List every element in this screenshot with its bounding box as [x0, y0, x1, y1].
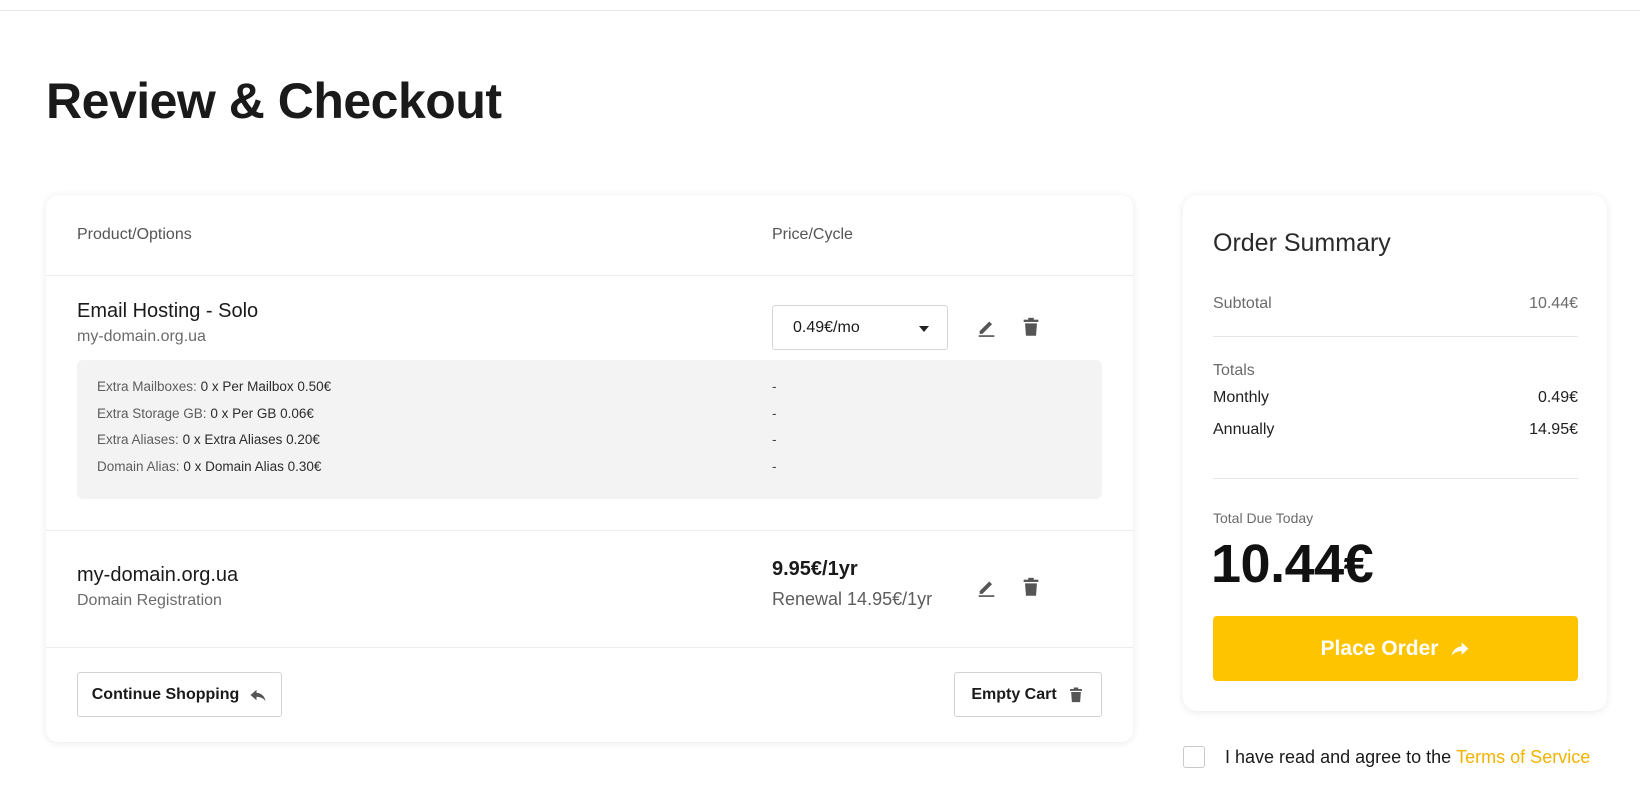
page-title: Review & Checkout [46, 73, 502, 129]
monthly-label: Monthly [1213, 389, 1270, 406]
cart-item-domain: my-domain.org.ua Domain Registration 9.9… [46, 531, 1133, 648]
domain-price: 9.95€/1yr [772, 558, 858, 580]
subtotal-value: 10.44€ [1529, 295, 1578, 312]
continue-shopping-button[interactable]: Continue Shopping [77, 672, 282, 717]
option-price: - [772, 379, 777, 394]
terms-checkbox[interactable] [1183, 746, 1205, 768]
option-label: Extra Storage GB: [97, 406, 207, 421]
remove-domain-button[interactable] [1020, 576, 1042, 598]
domain-renewal: Renewal 14.95€/1yr [772, 589, 933, 609]
place-order-button[interactable]: Place Order [1213, 616, 1578, 681]
product-options-header: Product/Options [77, 226, 192, 243]
summary-divider [1213, 478, 1578, 479]
empty-cart-button[interactable]: Empty Cart [954, 672, 1102, 717]
option-label: Extra Mailboxes: [97, 379, 197, 394]
terms-of-service-link[interactable]: Terms of Service [1456, 747, 1590, 768]
subtotal-row: Subtotal 10.44€ [1213, 295, 1578, 313]
remove-item-button[interactable] [1020, 316, 1042, 338]
domain-name: my-domain.org.ua [77, 564, 239, 586]
subtotal-label: Subtotal [1213, 295, 1272, 312]
annually-value: 14.95€ [1529, 421, 1578, 438]
product-options-panel: Extra Mailboxes: 0 x Per Mailbox 0.50€ -… [77, 360, 1102, 499]
option-value: 0 x Per Mailbox 0.50€ [200, 379, 332, 394]
summary-divider [1213, 336, 1578, 337]
trash-icon [1023, 317, 1039, 336]
pencil-icon [978, 321, 995, 337]
option-label: Extra Aliases: [97, 432, 179, 447]
option-extra-mailboxes: Extra Mailboxes: 0 x Per Mailbox 0.50€ [97, 379, 331, 394]
empty-cart-label: Empty Cart [971, 685, 1057, 703]
option-label: Domain Alias: [97, 459, 180, 474]
price-cycle-header: Price/Cycle [772, 226, 853, 243]
totals-label: Totals [1213, 362, 1255, 379]
edit-item-button[interactable] [976, 316, 998, 338]
option-price: - [772, 432, 777, 447]
caret-down-icon [919, 326, 929, 332]
option-value: 0 x Per GB 0.06€ [210, 406, 314, 421]
domain-type: Domain Registration [77, 592, 222, 609]
continue-shopping-label: Continue Shopping [91, 685, 240, 703]
option-price: - [772, 406, 777, 421]
arrow-right-icon [1452, 641, 1469, 656]
billing-cycle-select[interactable]: 0.49€/mo [772, 305, 948, 350]
annually-row: Annually 14.95€ [1213, 421, 1578, 439]
terms-agreement: I have read and agree to the Terms of Se… [1183, 745, 1590, 769]
billing-cycle-value: 0.49€/mo [793, 319, 860, 336]
terms-text: I have read and agree to the [1225, 746, 1452, 767]
cart-item-email-hosting: Email Hosting - Solo my-domain.org.ua 0.… [46, 276, 1133, 531]
option-extra-storage: Extra Storage GB: 0 x Per GB 0.06€ [97, 406, 314, 421]
order-summary-title: Order Summary [1213, 229, 1391, 257]
option-extra-aliases: Extra Aliases: 0 x Extra Aliases 0.20€ [97, 432, 320, 447]
cart-table-header: Product/Options Price/Cycle [46, 195, 1133, 276]
option-price: - [772, 459, 777, 474]
monthly-value: 0.49€ [1537, 389, 1578, 406]
header-divider [0, 10, 1640, 11]
order-summary-panel: Order Summary Subtotal 10.44€ Totals Mon… [1183, 195, 1607, 711]
product-name: Email Hosting - Solo [77, 300, 259, 322]
total-due-amount: 10.44€ [1211, 534, 1374, 594]
reply-icon [250, 689, 266, 701]
option-domain-alias: Domain Alias: 0 x Domain Alias 0.30€ [97, 459, 321, 474]
option-value: 0 x Domain Alias 0.30€ [183, 459, 322, 474]
pencil-icon [978, 581, 995, 597]
total-due-label: Total Due Today [1213, 510, 1314, 526]
place-order-label: Place Order [1320, 636, 1439, 660]
option-value: 0 x Extra Aliases 0.20€ [182, 432, 320, 447]
annually-label: Annually [1213, 421, 1275, 438]
trash-icon [1069, 687, 1082, 702]
monthly-row: Monthly 0.49€ [1213, 389, 1578, 407]
cart-panel: Product/Options Price/Cycle Email Hostin… [46, 195, 1133, 742]
edit-domain-button[interactable] [976, 576, 998, 598]
product-domain: my-domain.org.ua [77, 328, 206, 345]
trash-icon [1023, 577, 1039, 596]
